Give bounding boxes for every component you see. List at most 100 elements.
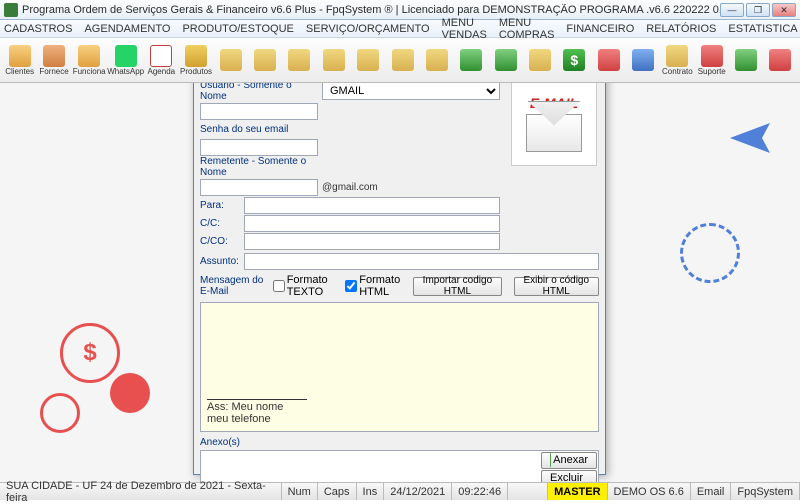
folder-icon <box>392 49 414 71</box>
status-date: 24/12/2021 <box>384 483 452 500</box>
usuario-input[interactable] <box>200 103 318 120</box>
menu-relatorios[interactable]: RELATÓRIOS <box>646 23 716 35</box>
menu-financeiro[interactable]: FINANCEIRO <box>566 23 634 35</box>
dashed-circle-icon <box>680 223 740 283</box>
toolbar-clientes[interactable]: Clientes <box>3 40 36 80</box>
minimize-button[interactable]: — <box>720 3 744 17</box>
status-demo: DEMO OS 6.6 <box>608 483 691 500</box>
senha-input[interactable] <box>200 139 318 156</box>
menu-agendamento[interactable]: AGENDAMENTO <box>84 23 170 35</box>
box-icon <box>185 45 207 67</box>
folder-icon <box>426 49 448 71</box>
employee-icon <box>78 45 100 67</box>
toolbar-contrato[interactable]: Contrato <box>661 40 694 80</box>
toolbar-btn-10[interactable] <box>317 40 350 80</box>
dollar-red-icon <box>598 49 620 71</box>
menu-estatistica[interactable]: ESTATISTICA <box>728 23 797 35</box>
toolbar-exit[interactable] <box>764 40 797 80</box>
assunto-label: Assunto: <box>200 256 240 267</box>
folder-icon <box>323 49 345 71</box>
status-fpq[interactable]: FpqSystem <box>731 483 800 500</box>
email-dialog: >>> Envio de E_Mail <<< — ❐ ✕ E-MAIL Usu… <box>193 83 606 475</box>
status-email[interactable]: Email <box>691 483 732 500</box>
para-input[interactable] <box>244 197 500 214</box>
toolbar-btn-17[interactable]: $ <box>558 40 591 80</box>
mensagem-label: Mensagem do E-Mail <box>200 275 267 297</box>
toolbar-btn-8[interactable] <box>248 40 281 80</box>
anexos-list[interactable] <box>201 451 540 482</box>
calendar-icon <box>150 45 172 67</box>
toolbar-fornece[interactable]: Fornece <box>37 40 70 80</box>
email-graphic: E-MAIL <box>511 83 597 166</box>
toolbar-agenda[interactable]: Agenda <box>145 40 178 80</box>
signature-block: Ass: Meu nome meu telefone <box>207 399 307 425</box>
folder-icon <box>357 49 379 71</box>
chart-icon <box>460 49 482 71</box>
toolbar-btn-16[interactable] <box>523 40 556 80</box>
excluir-anexo-button[interactable]: Excluir <box>541 470 597 483</box>
status-time: 09:22:46 <box>452 483 508 500</box>
menu-vendas[interactable]: MENU VENDAS <box>442 17 487 41</box>
statusbar: SUA CIDADE - UF 24 de Dezembro de 2021 -… <box>0 482 800 500</box>
formato-html-checkbox[interactable]: Formato HTML <box>345 274 407 298</box>
cco-input[interactable] <box>244 233 500 250</box>
window-title: Programa Ordem de Serviços Gerais & Fina… <box>22 4 720 16</box>
paper-plane-icon <box>730 123 770 153</box>
red-circle-icon <box>110 373 150 413</box>
toolbar-produtos[interactable]: Produtos <box>179 40 213 80</box>
support-icon <box>701 45 723 67</box>
toolbar-btn-15[interactable] <box>489 40 522 80</box>
toolbar-suporte[interactable]: Suporte <box>695 40 728 80</box>
menu-cadastros[interactable]: CADASTROS <box>4 23 72 35</box>
assunto-input[interactable] <box>244 253 599 270</box>
exit-icon <box>769 49 791 71</box>
globe-icon <box>495 49 517 71</box>
domain-suffix: @gmail.com <box>322 182 378 193</box>
menu-servico[interactable]: SERVIÇO/ORÇAMENTO <box>306 23 430 35</box>
toolbar-btn-14[interactable] <box>455 40 488 80</box>
toolbar-btn-13[interactable] <box>420 40 453 80</box>
recycle-icon <box>735 49 757 71</box>
supplier-icon <box>43 45 65 67</box>
menu-produto[interactable]: PRODUTO/ESTOQUE <box>182 23 293 35</box>
toolbar-btn-11[interactable] <box>351 40 384 80</box>
toolbar-funciona[interactable]: Funciona <box>72 40 107 80</box>
status-caps: Caps <box>318 483 357 500</box>
anexar-button[interactable]: Anexar <box>541 452 597 469</box>
anexos-label: Anexo(s) <box>200 437 599 448</box>
remetente-input[interactable] <box>200 179 318 196</box>
formato-texto-checkbox[interactable]: Formato TEXTO <box>273 274 340 298</box>
status-ins: Ins <box>357 483 385 500</box>
doc-icon <box>632 49 654 71</box>
app-icon <box>4 3 18 17</box>
folder-icon <box>288 49 310 71</box>
main-titlebar: Programa Ordem de Serviços Gerais & Fina… <box>0 0 800 20</box>
senha-label: Senha do seu email <box>200 124 318 135</box>
toolbar-whatsapp[interactable]: WhatsApp <box>108 40 144 80</box>
toolbar-btn-18[interactable] <box>592 40 625 80</box>
envelope-icon <box>526 114 582 152</box>
cc-label: C/C: <box>200 218 240 229</box>
importar-html-button[interactable]: Importar codigo HTML <box>413 277 501 296</box>
provider-select[interactable]: GMAIL <box>322 83 500 100</box>
status-num: Num <box>282 483 318 500</box>
toolbar-btn-9[interactable] <box>283 40 316 80</box>
menu-compras[interactable]: MENU COMPRAS <box>499 17 555 41</box>
message-body[interactable]: Ass: Meu nome meu telefone <box>200 302 599 432</box>
toolbar-btn-22[interactable] <box>729 40 762 80</box>
cc-input[interactable] <box>244 215 500 232</box>
usuario-label: Usuário - Somente o Nome <box>200 83 318 102</box>
contract-icon <box>666 45 688 67</box>
whatsapp-icon <box>115 45 137 67</box>
people-icon <box>9 45 31 67</box>
close-button[interactable]: ✕ <box>772 3 796 17</box>
anexos-box: Anexar Excluir <box>200 450 599 482</box>
maximize-button[interactable]: ❐ <box>746 3 770 17</box>
toolbar-btn-7[interactable] <box>214 40 247 80</box>
status-location: SUA CIDADE - UF 24 de Dezembro de 2021 -… <box>0 483 282 500</box>
coins-icon <box>529 49 551 71</box>
exibir-html-button[interactable]: Exibir o código HTML <box>514 277 599 296</box>
cco-label: C/CO: <box>200 236 240 247</box>
toolbar-btn-12[interactable] <box>386 40 419 80</box>
toolbar-btn-19[interactable] <box>626 40 659 80</box>
